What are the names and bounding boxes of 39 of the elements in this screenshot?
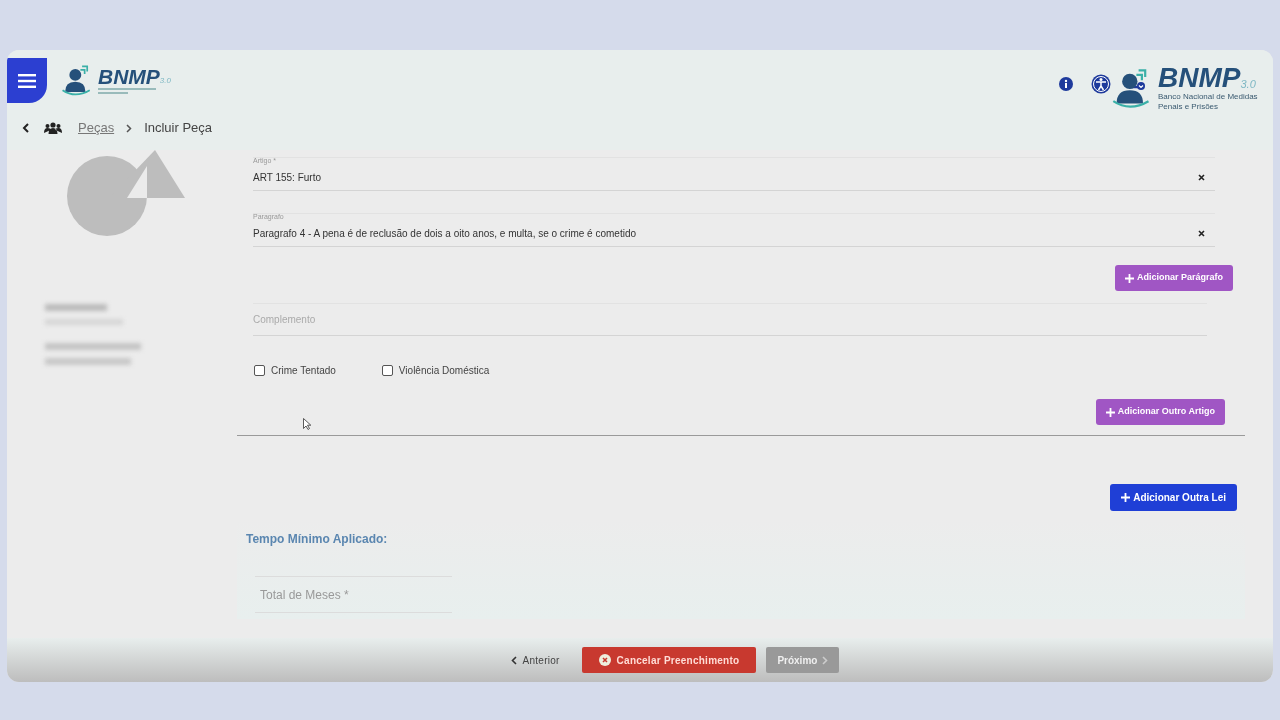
breadcrumb-current: Incluir Peça (144, 119, 213, 138)
chevron-icon (126, 123, 133, 133)
logo-version: 3.0 (1240, 77, 1256, 92)
menu-button[interactable] (7, 58, 47, 103)
back-icon[interactable] (22, 123, 30, 133)
chevron-right-icon (822, 655, 829, 665)
accessibility-icon[interactable] (1091, 74, 1111, 94)
add-paragraph-button[interactable]: Adicionar Parágrafo (1114, 265, 1233, 291)
clear-icon[interactable] (1198, 230, 1205, 237)
logo-wordmark: BNMP (98, 65, 160, 87)
logo-subtitle: Banco Nacional de Medidas Penais e Prisões (1158, 92, 1259, 112)
checkbox[interactable] (381, 365, 393, 376)
close-circle-icon (598, 654, 611, 666)
months-field[interactable]: Total de Meses * (255, 576, 452, 613)
breadcrumb-link[interactable]: Peças (78, 118, 115, 138)
logo-subtitle-drawing (98, 86, 158, 95)
section-title: Tempo Mínimo Aplicado: (246, 531, 389, 548)
people-icon (44, 122, 62, 134)
add-article-button[interactable]: Adicionar Outro Artigo (1095, 399, 1225, 425)
checkbox-label: Violência Doméstica (398, 364, 490, 378)
logo-version: 3.0 (159, 75, 171, 87)
info-icon[interactable] (1059, 77, 1073, 91)
blurred-text (45, 304, 107, 311)
plus-icon (1105, 407, 1115, 417)
menu-icon (18, 73, 36, 88)
plus-icon (1124, 273, 1134, 283)
chevron-left-icon (510, 655, 517, 665)
logo-wordmark: BNMP (1158, 64, 1241, 92)
select-value: Paragrafo 4 - A pena é de reclusão de dois a oito anos, e multa, se o crime é cometido (253, 227, 636, 241)
checkbox[interactable] (254, 365, 265, 376)
clear-icon[interactable] (1198, 174, 1205, 181)
plus-icon (1121, 493, 1131, 502)
complement-field[interactable]: Complemento (253, 303, 1207, 336)
cursor-icon (303, 418, 311, 430)
previous-button[interactable]: Anterior (510, 652, 560, 668)
add-law-button[interactable]: Adicionar Outra Lei (1110, 484, 1237, 511)
checkbox-label: Crime Tentado (271, 364, 336, 378)
cancel-button[interactable]: Cancelar Preenchimento (581, 647, 757, 673)
select-value: ART 155: Furto (253, 171, 321, 185)
